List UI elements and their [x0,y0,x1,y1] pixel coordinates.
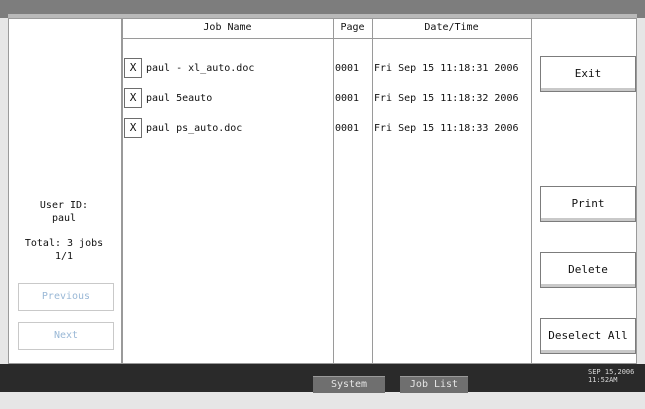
clock-time: 11:52AM [588,376,618,384]
page-cell: 0001 [335,123,360,134]
select-checkbox[interactable]: X [124,58,142,78]
job-list-button[interactable]: Job List [400,376,468,393]
table-row[interactable]: X paul - xl_auto.doc 0001 Fri Sep 15 11:… [122,58,531,80]
job-name-cell: paul ps_auto.doc [146,123,243,134]
page-indicator: 1/1 [54,251,74,262]
select-checkbox[interactable]: X [124,118,142,138]
top-bar [0,0,645,18]
page-cell: 0001 [335,93,360,104]
job-table: Job Name Page Date/Time X paul - xl_auto… [122,18,531,364]
exit-button[interactable]: Exit [540,56,636,92]
table-row[interactable]: X paul 5eauto 0001 Fri Sep 15 11:18:32 2… [122,88,531,110]
header-job-name: Job Name [203,22,252,33]
next-button[interactable]: Next [18,322,114,350]
datetime-cell: Fri Sep 15 11:18:33 2006 [374,123,519,134]
delete-button[interactable]: Delete [540,252,636,288]
left-column [8,18,122,364]
clock-date: SEP 15,2006 [588,368,635,376]
job-name-cell: paul 5eauto [146,93,213,104]
datetime-cell: Fri Sep 15 11:18:32 2006 [374,93,519,104]
select-checkbox[interactable]: X [124,88,142,108]
system-status-button[interactable]: System Status [313,376,385,406]
total-jobs: Total: 3 jobs [24,238,104,249]
header-page: Page [340,22,365,33]
header-divider [122,38,531,39]
page-cell: 0001 [335,63,360,74]
header-datetime: Date/Time [424,22,479,33]
clock: SEP 15,2006 11:52AM [588,368,643,384]
print-button[interactable]: Print [540,186,636,222]
job-name-cell: paul - xl_auto.doc [146,63,255,74]
deselect-all-button[interactable]: Deselect All [540,318,636,354]
user-id-value: paul [51,213,77,224]
user-id-label: User ID: [39,200,89,211]
table-row[interactable]: X paul ps_auto.doc 0001 Fri Sep 15 11:18… [122,118,531,140]
datetime-cell: Fri Sep 15 11:18:31 2006 [374,63,519,74]
previous-button[interactable]: Previous [18,283,114,311]
